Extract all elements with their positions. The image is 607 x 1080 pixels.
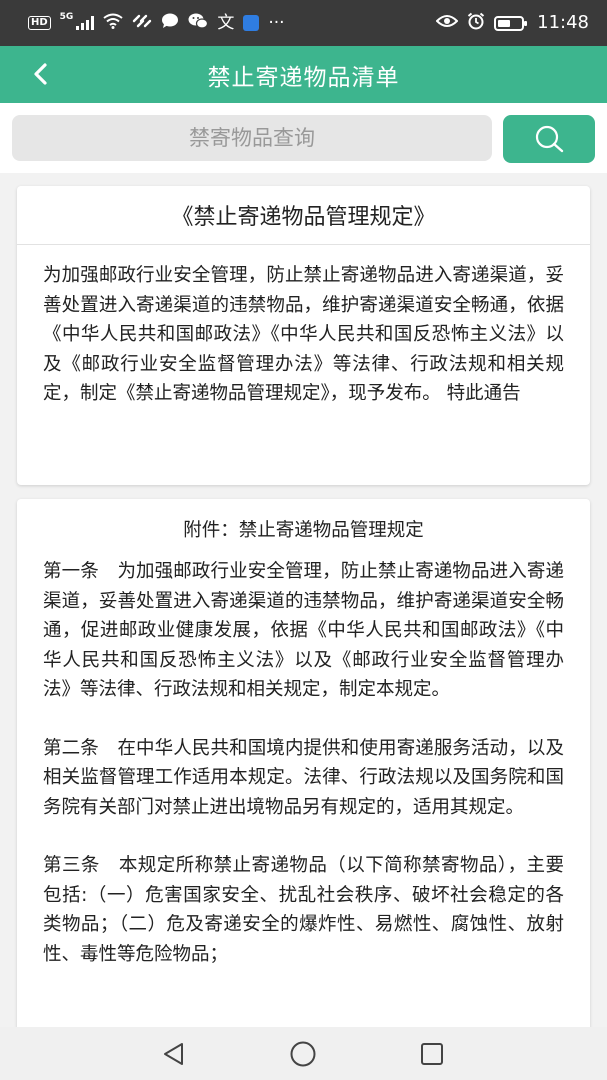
search-icon [535,125,564,153]
chat-icon [161,13,179,33]
nav-back-button[interactable] [160,1040,188,1068]
search-input[interactable] [12,115,492,161]
system-nav-bar [0,1027,607,1080]
hd-icon: HD [28,16,51,30]
page-title: 禁止寄递物品清单 [207,64,400,91]
notice-card: 《禁止寄递物品管理规定》 为加强邮政行业安全管理，防止禁止寄递物品进入寄递渠道，… [17,186,590,485]
article-item: 第二条 在中华人民共和国境内提供和使用寄递服务活动，以及相关监督管理工作适用本规… [43,737,564,818]
status-left: HD 5G 文 ··· [28,13,285,33]
attachment-card: 附件：禁止寄递物品管理规定 第一条 为加强邮政行业安全管理，防止禁止寄递物品进入… [17,499,590,1059]
eye-icon [435,14,459,32]
app-header: 禁止寄递物品清单 [0,46,607,103]
wechat-icon [188,13,209,33]
search-bar [0,103,607,173]
alarm-icon [467,12,485,34]
article-item: 第一条 为加强邮政行业安全管理，防止禁止寄递物品进入寄递渠道，妥善处置进入寄递渠… [43,561,564,700]
attachment-title: 附件：禁止寄递物品管理规定 [183,520,424,541]
link-icon [132,14,152,32]
translate-icon: 文 [217,12,235,33]
app-icon [243,15,260,31]
triangle-back-icon [164,1043,183,1065]
clock: 11:48 [537,12,589,33]
nav-recents-button[interactable] [418,1040,446,1068]
notice-body: 为加强邮政行业安全管理，防止禁止寄递物品进入寄递渠道，妥善处置进入寄递渠道的违禁… [43,265,564,404]
article-item: 第三条 本规定所称禁止寄递物品（以下简称禁寄物品），主要包括:（一）危害国家安全… [43,855,564,965]
chevron-left-icon [34,63,47,85]
notice-title: 《禁止寄递物品管理规定》 [17,186,590,245]
status-right: 11:48 [435,12,589,34]
battery-icon [494,15,528,31]
circle-home-icon [290,1041,316,1067]
back-button[interactable] [22,56,58,92]
nav-home-button[interactable] [289,1040,317,1068]
square-recents-icon [421,1043,443,1065]
signal-icon [76,16,95,30]
status-bar: HD 5G 文 ··· 11:48 [0,0,607,46]
search-button[interactable] [503,115,595,163]
network-type-label: 5G [59,12,74,22]
wifi-icon [103,13,123,33]
more-icon: ··· [268,12,285,33]
